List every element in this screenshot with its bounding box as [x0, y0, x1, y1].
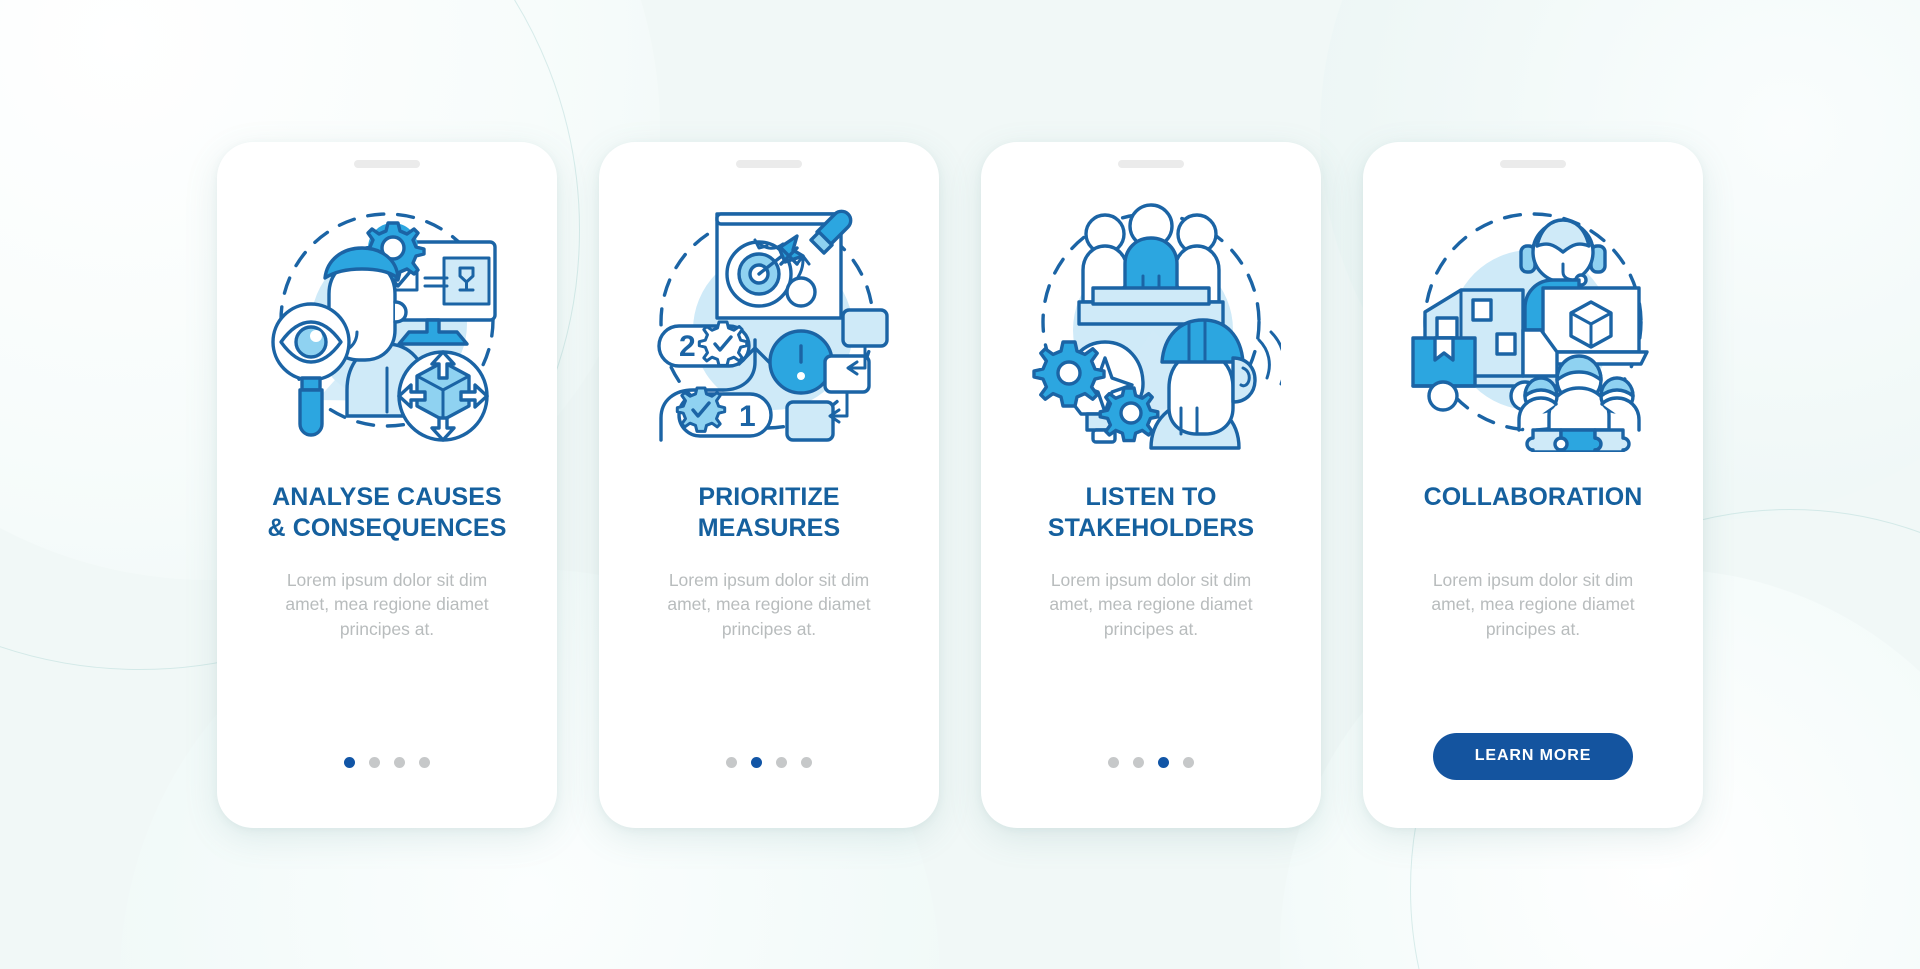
pagination-dot[interactable]: [419, 756, 430, 768]
page-description-line: amet, mea regione diamet: [1049, 594, 1253, 615]
pagination-dots: [726, 756, 812, 768]
page-description-line: Lorem ipsum dolor sit dim: [1432, 569, 1634, 590]
analysis-magnifier-monitor-illustration: [257, 190, 517, 452]
page-title-line: ANALYSE CAUSES: [272, 482, 502, 511]
page-title-line: & CONSEQUENCES: [267, 514, 507, 542]
page-description-line: amet, mea regione diamet: [667, 594, 871, 615]
pagination-dot[interactable]: [344, 756, 355, 768]
pagination-dot[interactable]: [394, 756, 405, 768]
target-board-priority-steps-illustration: 2 1: [639, 190, 899, 452]
page-title-line: STAKEHOLDERS: [1047, 514, 1255, 542]
pagination-dot[interactable]: [1108, 756, 1119, 768]
pagination-dot[interactable]: [751, 756, 762, 768]
pagination-dot[interactable]: [1133, 756, 1144, 768]
onboarding-screen-analyse-causes: ANALYSE CAUSES & CONSEQUENCES Lorem ipsu…: [217, 141, 557, 828]
pagination-dots: [344, 756, 430, 768]
page-description-line: principes at.: [339, 619, 435, 640]
page-description-line: amet, mea regione diamet: [285, 594, 489, 615]
page-description: Lorem ipsum dolor sit dim amet, mea regi…: [1049, 568, 1252, 643]
page-title-line: PRIORITIZE MEASURES: [697, 482, 841, 543]
stakeholders-meeting-listening-illustration: [1021, 190, 1281, 452]
page-title: LISTEN TO STAKEHOLDERS: [1048, 482, 1254, 546]
page-description: Lorem ipsum dolor sit dim amet, mea regi…: [667, 568, 870, 643]
onboarding-screens-row: ANALYSE CAUSES & CONSEQUENCES Lorem ipsu…: [0, 0, 1920, 969]
page-description: Lorem ipsum dolor sit dim amet, mea regi…: [1431, 568, 1634, 643]
page-title: COLLABORATION: [1424, 482, 1643, 546]
svg-text:1: 1: [739, 400, 756, 433]
pagination-dots: [1108, 756, 1194, 768]
onboarding-screen-listen-to-stakeholders: LISTEN TO STAKEHOLDERS Lorem ipsum dolor…: [981, 141, 1321, 828]
page-description-line: principes at.: [721, 619, 817, 640]
pagination-dot[interactable]: [369, 756, 380, 768]
phone-speaker-bar: [736, 159, 802, 168]
page-description: Lorem ipsum dolor sit dim amet, mea regi…: [285, 568, 488, 643]
pagination-dot[interactable]: [776, 756, 787, 768]
onboarding-screen-collaboration: COLLABORATION Lorem ipsum dolor sit dim …: [1363, 141, 1703, 828]
phone-speaker-bar: [1500, 159, 1566, 168]
pagination-dot[interactable]: [1158, 756, 1169, 768]
phone-speaker-bar: [354, 159, 420, 168]
page-description-line: Lorem ipsum dolor sit dim: [668, 569, 870, 590]
page-title: PRIORITIZE MEASURES: [629, 482, 909, 546]
page-title-line: LISTEN TO: [1085, 482, 1217, 511]
pagination-dot[interactable]: [801, 756, 812, 768]
onboarding-screen-prioritize-measures: 2 1 PRIORITIZE MEASURES Lorem ipsum dolo…: [599, 141, 939, 828]
page-title: ANALYSE CAUSES & CONSEQUENCES: [268, 482, 507, 546]
page-title-line: COLLABORATION: [1423, 482, 1643, 511]
page-description-line: Lorem ipsum dolor sit dim: [286, 569, 488, 590]
svg-text:2: 2: [679, 330, 696, 363]
page-description-line: principes at.: [1103, 619, 1199, 640]
phone-speaker-bar: [1118, 159, 1184, 168]
pagination-dot[interactable]: [1183, 756, 1194, 768]
delivery-support-team-collaboration-illustration: [1403, 190, 1663, 452]
pagination-dot[interactable]: [726, 756, 737, 768]
page-description-line: Lorem ipsum dolor sit dim: [1050, 569, 1252, 590]
page-description-line: principes at.: [1485, 619, 1581, 640]
learn-more-button[interactable]: LEARN MORE: [1432, 732, 1634, 780]
page-description-line: amet, mea regione diamet: [1431, 594, 1635, 615]
